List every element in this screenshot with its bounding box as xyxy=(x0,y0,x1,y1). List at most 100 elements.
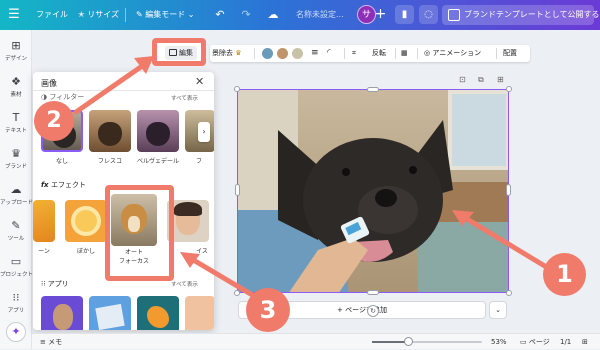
rail-item-elements[interactable]: ❖ 素材 xyxy=(0,75,32,99)
app-thumb-2[interactable] xyxy=(89,296,131,330)
resize-handle[interactable] xyxy=(506,184,511,196)
grid-view-icon[interactable]: ⊞ xyxy=(582,334,588,350)
resize-handle[interactable] xyxy=(234,290,240,296)
apps-see-all-link[interactable]: すべて表示 xyxy=(171,280,198,288)
text-icon: T xyxy=(12,111,20,124)
effect-thumb-partial[interactable] xyxy=(33,200,55,242)
divider xyxy=(33,90,214,91)
filter-thumb-fresco[interactable] xyxy=(89,110,131,152)
edit-label: 編集 xyxy=(179,49,193,57)
annotation-badge-2: 2 xyxy=(34,101,74,141)
auto-focus-highlight xyxy=(105,185,174,281)
pages-button[interactable]: ▭ ページ xyxy=(520,334,550,350)
rotate-icon[interactable]: ↻ xyxy=(367,305,379,317)
filter-label-belvedere: ベルヴェデール xyxy=(136,158,179,165)
dog-photo[interactable] xyxy=(237,89,509,293)
color-swatch[interactable] xyxy=(292,48,303,59)
border-style-icon[interactable]: ≡ xyxy=(311,45,319,62)
elements-icon: ❖ xyxy=(11,75,21,88)
resize-handle[interactable] xyxy=(234,86,240,92)
filter-thumb-belvedere[interactable] xyxy=(137,110,179,152)
page-count: 1/1 xyxy=(560,338,572,346)
image-icon xyxy=(169,49,177,56)
effect-label-partial-right: イス xyxy=(196,248,208,255)
edit-mode-menu[interactable]: ✎ 編集モード ⌄ xyxy=(136,0,195,30)
rail-item-text[interactable]: T テキスト xyxy=(0,111,32,135)
undo-icon[interactable]: ↶ xyxy=(212,7,228,23)
resize-menu[interactable]: ✭ リサイズ xyxy=(78,0,119,30)
effect-label: エフェクト xyxy=(51,181,86,189)
arrange-button[interactable]: 配置 xyxy=(503,45,517,62)
zoom-slider-knob[interactable] xyxy=(404,337,413,346)
resize-label: リサイズ xyxy=(87,10,120,19)
apps-icon: ⁝⁝ xyxy=(41,280,48,288)
dog-photo-art xyxy=(238,90,508,292)
resize-handle[interactable] xyxy=(506,86,512,92)
filter-see-all-link[interactable]: すべて表示 xyxy=(171,94,198,102)
panel-title: 画像 xyxy=(41,79,57,88)
resize-handle[interactable] xyxy=(367,87,379,92)
rail-label: アプリ xyxy=(7,308,25,314)
rail-item-apps[interactable]: ⁝⁝ アプリ xyxy=(0,292,32,315)
bottom-bar: ≡ メモ 53% ▭ ページ 1/1 ⊞ xyxy=(32,333,600,349)
document-title[interactable]: 名称未設定... xyxy=(296,0,344,30)
lock-icon[interactable]: ⊡ xyxy=(459,75,466,84)
resize-handle[interactable] xyxy=(235,184,240,196)
zoom-percent[interactable]: 53% xyxy=(491,334,507,350)
color-swatch[interactable] xyxy=(262,48,273,59)
rail-item-projects[interactable]: ▭ プロジェクト xyxy=(0,255,34,279)
close-icon[interactable]: ✕ xyxy=(195,75,204,88)
rail-label: ブランド xyxy=(4,164,27,170)
rail-item-brand[interactable]: ♛ ブランド xyxy=(0,147,32,171)
chevron-right-icon[interactable]: › xyxy=(198,122,210,142)
top-bar: ☰ ファイル ✭ リサイズ ✎ 編集モード ⌄ ↶ ↷ ☁ 名称未設定... サ… xyxy=(0,0,600,30)
notes-label: メモ xyxy=(48,338,63,346)
brand-icon: ♛ xyxy=(11,147,21,160)
hamburger-icon[interactable]: ☰ xyxy=(6,7,22,23)
publish-label: ブランドテンプレートとして公開する xyxy=(464,10,600,19)
app-thumb-3[interactable] xyxy=(137,296,179,330)
rail-item-upload[interactable]: ☁ アップロード xyxy=(0,183,33,207)
resize-handle[interactable] xyxy=(506,290,512,296)
chevron-down-icon[interactable]: ⌄ xyxy=(489,301,507,319)
projects-icon: ▭ xyxy=(10,255,22,268)
rail-label: デザイン xyxy=(4,56,27,62)
filter-label-partial: フ xyxy=(195,158,202,165)
flip-button[interactable]: 反転 xyxy=(372,45,386,62)
transparency-icon[interactable]: ▦ xyxy=(401,45,408,62)
copy-icon[interactable]: ⧉ xyxy=(478,75,484,85)
publish-template-button[interactable]: ブランドテンプレートとして公開する xyxy=(442,5,600,25)
effect-section-title: fx エフェクト xyxy=(41,180,86,190)
rail-item-design[interactable]: ⊞ デザイン xyxy=(0,39,32,63)
bg-remove-button[interactable]: 景除去 ♛ xyxy=(212,45,242,62)
edit-button[interactable]: 編集 xyxy=(165,46,197,60)
comment-icon[interactable]: ◌ xyxy=(419,5,438,24)
effect-thumb-blur[interactable] xyxy=(65,200,107,242)
file-menu[interactable]: ファイル xyxy=(36,0,68,30)
notes-button[interactable]: ≡ メモ xyxy=(40,334,62,350)
effect-label-blur: ぼかし xyxy=(76,248,95,255)
plus-icon[interactable]: + xyxy=(371,5,390,24)
animation-label: アニメーション xyxy=(432,49,482,57)
rail-label: プロジェクト xyxy=(0,272,34,278)
corner-radius-icon[interactable]: ◜ xyxy=(327,45,331,62)
app-thumb-1[interactable] xyxy=(41,296,83,330)
animation-button[interactable]: ◎ アニメーション xyxy=(424,45,481,62)
sparkle-icon[interactable]: ✦ xyxy=(6,322,26,342)
redo-icon[interactable]: ↷ xyxy=(238,7,254,23)
color-swatch[interactable] xyxy=(277,48,288,59)
bg-remove-label: 景除去 xyxy=(212,49,233,57)
bar-chart-icon[interactable]: ▮ xyxy=(395,5,414,24)
upload-icon: ☁ xyxy=(10,183,22,196)
add-page-icon[interactable]: ⊞ xyxy=(497,75,504,84)
fx-icon: fx xyxy=(41,181,51,189)
cloud-icon[interactable]: ☁ xyxy=(265,7,281,23)
crop-icon[interactable]: ⌗ xyxy=(352,45,356,62)
star-icon: ✭ xyxy=(78,10,88,19)
resize-handle[interactable] xyxy=(367,290,379,295)
zoom-slider[interactable] xyxy=(372,337,482,346)
app-thumb-4[interactable] xyxy=(185,296,214,330)
design-icon: ⊞ xyxy=(11,39,21,52)
rail-item-tools[interactable]: ✎ ツール xyxy=(0,220,32,243)
zoom-slider-fill xyxy=(372,341,408,343)
